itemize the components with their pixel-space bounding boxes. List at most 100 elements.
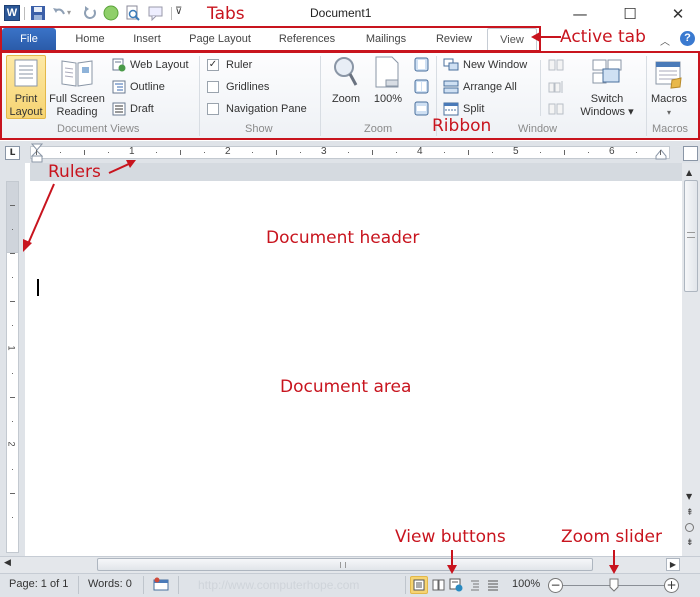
annotation-ribbon: Ribbon xyxy=(432,116,492,136)
draft-view-icon[interactable] xyxy=(487,579,499,591)
vertical-ruler-tick xyxy=(12,229,13,230)
ruler-tick xyxy=(180,150,181,155)
ruler-tick xyxy=(204,152,205,153)
page-count[interactable]: Page: 1 of 1 xyxy=(9,578,68,590)
scroll-up-icon[interactable]: ▲ xyxy=(686,168,692,177)
annotation-view-buttons: View buttons xyxy=(395,527,506,547)
scroll-left-icon[interactable]: ◀ xyxy=(4,558,11,568)
status-separator xyxy=(178,576,179,594)
web-layout-view-icon[interactable] xyxy=(449,578,463,592)
status-separator xyxy=(78,576,79,594)
vertical-ruler-tick xyxy=(10,493,15,494)
annotation-tabs: Tabs xyxy=(207,4,245,24)
ruler-number: 1 xyxy=(129,146,135,157)
ruler-tick xyxy=(564,150,565,155)
save-icon[interactable] xyxy=(30,5,46,21)
comment-icon[interactable] xyxy=(148,5,164,21)
annotation-rulers: Rulers xyxy=(48,162,101,182)
thumb-grip-icon xyxy=(687,232,695,238)
ruler-tick xyxy=(492,152,493,153)
vertical-ruler-tick xyxy=(10,253,15,254)
outline-view-icon[interactable] xyxy=(469,579,481,591)
close-button[interactable]: ✕ xyxy=(666,4,690,24)
vertical-ruler-tick xyxy=(12,421,13,422)
ruler-number: 5 xyxy=(513,146,519,157)
zoom-level[interactable]: 100% xyxy=(512,578,540,590)
ruler-tick xyxy=(396,152,397,153)
vertical-ruler-number: 1 xyxy=(6,345,17,351)
zoom-out-button[interactable]: − xyxy=(548,578,563,593)
vertical-ruler-tick xyxy=(10,301,15,302)
status-separator xyxy=(143,576,144,594)
select-browse-object-icon[interactable] xyxy=(685,523,694,532)
zoom-slider-thumb[interactable] xyxy=(609,578,619,592)
annotation-document-header: Document header xyxy=(266,228,420,248)
collapse-ribbon-icon[interactable]: ︿ xyxy=(660,33,670,48)
undo-dropdown-icon[interactable]: ▾ xyxy=(67,8,71,17)
tabs-highlight-box xyxy=(0,26,541,52)
scroll-down-icon[interactable]: ▼ xyxy=(686,492,692,501)
ruler-tick xyxy=(156,152,157,153)
qat-divider xyxy=(24,7,25,20)
ruler-tick xyxy=(60,152,61,153)
ruler-number: 2 xyxy=(225,146,231,157)
qat-divider xyxy=(171,7,172,20)
vertical-ruler-tick xyxy=(10,397,15,398)
ruler-tick xyxy=(372,150,373,155)
word-app-icon[interactable]: W xyxy=(4,5,20,21)
ruler-tick xyxy=(252,152,253,153)
vertical-ruler-tick xyxy=(10,205,15,206)
green-circle-icon[interactable] xyxy=(103,5,119,21)
zoom-slider-arrow-icon xyxy=(609,550,619,574)
view-buttons-arrow-icon xyxy=(447,550,457,574)
ruler-tick xyxy=(468,150,469,155)
ruler-tick xyxy=(588,152,589,153)
horizontal-ruler-ticks: 1 2 3 4 5 6 xyxy=(0,146,700,168)
help-icon[interactable]: ? xyxy=(680,31,695,46)
word-count[interactable]: Words: 0 xyxy=(88,578,132,590)
ruler-tick xyxy=(660,150,661,155)
rulers-arrow-horizontal-icon xyxy=(108,160,136,174)
ruler-tick xyxy=(300,152,301,153)
active-tab-arrow-icon xyxy=(531,32,561,42)
minimize-button[interactable]: — xyxy=(568,4,592,24)
ruler-tick xyxy=(348,152,349,153)
ruler-tick xyxy=(636,152,637,153)
ruler-tick xyxy=(276,150,277,155)
ruler-tick xyxy=(84,150,85,155)
proofing-icon[interactable] xyxy=(153,577,169,591)
annotation-document-area: Document area xyxy=(280,377,412,397)
ruler-tick xyxy=(36,150,37,155)
vertical-ruler-tick xyxy=(12,469,13,470)
annotation-zoom-slider: Zoom slider xyxy=(561,527,662,547)
vertical-ruler-number: 2 xyxy=(6,441,17,447)
document-title: Document1 xyxy=(310,6,372,20)
vertical-ruler-tick xyxy=(12,373,13,374)
ruler-tick xyxy=(444,152,445,153)
customize-qat-icon[interactable]: ⊽ xyxy=(175,6,182,17)
annotation-active-tab: Active tab xyxy=(560,27,646,47)
ruler-tick xyxy=(540,152,541,153)
status-separator xyxy=(405,576,406,594)
previous-page-icon[interactable]: ⇞ xyxy=(686,508,694,518)
ruler-tick xyxy=(108,152,109,153)
vertical-ruler-tick xyxy=(12,325,13,326)
ribbon-highlight-box xyxy=(0,51,700,140)
redo-icon[interactable] xyxy=(82,5,98,21)
next-page-icon[interactable]: ⇟ xyxy=(686,538,694,548)
vertical-ruler-tick xyxy=(12,517,13,518)
rulers-arrow-vertical-icon xyxy=(23,183,55,252)
zoom-in-button[interactable]: + xyxy=(664,578,679,593)
maximize-button[interactable]: ☐ xyxy=(618,4,642,24)
scroll-right-icon[interactable]: ▶ xyxy=(666,558,680,571)
undo-icon[interactable] xyxy=(51,5,67,21)
full-screen-reading-view-icon[interactable] xyxy=(432,579,445,591)
text-cursor xyxy=(37,279,39,296)
print-preview-icon[interactable] xyxy=(125,5,141,21)
vertical-ruler-tick xyxy=(12,277,13,278)
ruler-number: 4 xyxy=(417,146,423,157)
watermark: http://www.computerhope.com xyxy=(198,578,360,592)
ruler-number: 3 xyxy=(321,146,327,157)
vertical-ruler-ticks: 12 xyxy=(6,181,19,553)
view-ruler-toggle-button[interactable] xyxy=(683,146,698,161)
